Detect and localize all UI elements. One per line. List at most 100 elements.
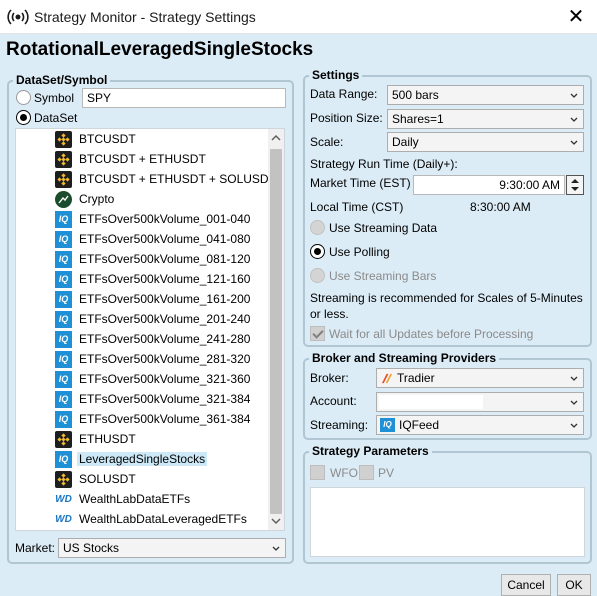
binance-icon — [55, 151, 72, 168]
close-icon: ✕ — [567, 6, 585, 28]
list-item[interactable]: BTCUSDT — [16, 129, 268, 149]
list-item-label: ETFsOver500kVolume_161-200 — [79, 292, 251, 306]
streaming-value: IQFeed — [399, 418, 440, 432]
list-item[interactable]: IQ ETFsOver500kVolume_121-160 — [16, 269, 268, 289]
market-time-input[interactable]: 9:30:00 AM — [413, 175, 565, 195]
dataset-list[interactable]: BTCUSDT BTCUSDT + ETHUSDT BTCUSDT + ETHUSD… — [15, 128, 285, 531]
chevron-down-icon — [570, 117, 578, 122]
parameters-area[interactable] — [310, 487, 585, 557]
list-item[interactable]: IQ ETFsOver500kVolume_321-384 — [16, 389, 268, 409]
use-polling-radio[interactable] — [310, 244, 325, 259]
crypto-icon — [55, 191, 72, 208]
iqfeed-icon: IQ — [55, 331, 72, 348]
market-time-spinner[interactable] — [566, 175, 584, 195]
pv-checkbox[interactable] — [359, 465, 374, 480]
dataset-radio[interactable] — [16, 110, 31, 125]
ok-button[interactable]: OK — [557, 574, 591, 596]
broker-value: Tradier — [397, 371, 435, 385]
account-select[interactable] — [376, 392, 584, 412]
title-bar: Strategy Monitor - Strategy Settings ✕ — [0, 0, 597, 34]
use-streaming-data-radio[interactable] — [310, 220, 325, 235]
list-item[interactable]: SOLUSDT — [16, 469, 268, 489]
group-title: DataSet/Symbol — [13, 73, 111, 87]
list-item[interactable]: IQ ETFsOver500kVolume_041-080 — [16, 229, 268, 249]
binance-icon — [55, 131, 72, 148]
scale-label: Scale: — [310, 135, 344, 149]
position-size-select[interactable]: Shares=1 — [387, 109, 584, 129]
scroll-up-icon[interactable] — [268, 130, 284, 146]
broker-select[interactable]: Tradier — [376, 368, 584, 388]
iqfeed-icon: IQ — [55, 231, 72, 248]
spin-up-icon[interactable] — [567, 176, 583, 185]
list-item[interactable]: IQ ETFsOver500kVolume_001-040 — [16, 209, 268, 229]
list-item-label: WealthLabDataETFs — [79, 492, 191, 506]
list-item[interactable]: IQ ETFsOver500kVolume_361-384 — [16, 409, 268, 429]
scroll-down-icon[interactable] — [268, 513, 284, 529]
data-range-select[interactable]: 500 bars — [387, 85, 584, 105]
dataset-label: DataSet — [34, 111, 78, 125]
cancel-button[interactable]: Cancel — [501, 574, 551, 596]
window-title: Strategy Monitor - Strategy Settings — [34, 9, 256, 25]
streaming-label: Streaming: — [310, 418, 369, 432]
pv-label: PV — [378, 466, 395, 480]
use-streaming-data-label: Use Streaming Data — [329, 221, 438, 235]
symbol-input[interactable]: SPY — [82, 88, 286, 108]
spin-down-icon[interactable] — [567, 185, 583, 194]
chevron-down-icon — [570, 140, 578, 145]
list-item[interactable]: IQ ETFsOver500kVolume_281-320 — [16, 349, 268, 369]
run-time-label: Strategy Run Time (Daily+): — [310, 157, 458, 171]
symbol-label: Symbol — [34, 91, 75, 105]
iqfeed-icon: IQ — [55, 271, 72, 288]
tradier-icon — [381, 373, 393, 384]
list-item-label: ETFsOver500kVolume_201-240 — [79, 312, 251, 326]
iqfeed-icon: IQ — [55, 351, 72, 368]
wfo-label: WFO — [330, 466, 358, 480]
market-value: US Stocks — [63, 541, 120, 555]
streaming-select[interactable]: IQ IQFeed — [376, 415, 584, 435]
list-item-label: ETHUSDT — [79, 432, 136, 446]
wealthdata-icon: WD — [55, 514, 72, 525]
list-item-label: WealthLabDataLeveragedETFs — [79, 512, 247, 526]
wait-updates-label: Wait for all Updates before Processing — [329, 327, 534, 341]
market-time-value: 9:30:00 AM — [499, 178, 560, 192]
wait-updates-checkbox[interactable] — [310, 326, 325, 341]
group-title: Broker and Streaming Providers — [309, 351, 500, 365]
list-item[interactable]: IQ ETFsOver500kVolume_161-200 — [16, 289, 268, 309]
list-item-label: BTCUSDT + ETHUSDT + SOLUSDT — [79, 172, 276, 186]
list-item-label: ETFsOver500kVolume_321-360 — [79, 372, 251, 386]
wealthdata-icon: WD — [55, 494, 72, 505]
account-label: Account: — [310, 394, 357, 408]
iqfeed-icon: IQ — [55, 451, 72, 468]
list-item-label: ETFsOver500kVolume_001-040 — [79, 212, 251, 226]
list-item[interactable]: WD WealthLabDataETFs — [16, 489, 268, 509]
iqfeed-icon: IQ — [55, 391, 72, 408]
list-item-label: BTCUSDT — [79, 132, 136, 146]
market-select[interactable]: US Stocks — [58, 538, 286, 558]
scroll-thumb[interactable] — [270, 149, 282, 514]
use-polling-label: Use Polling — [329, 245, 390, 259]
list-item[interactable]: BTCUSDT + ETHUSDT + SOLUSDT — [16, 169, 276, 189]
list-item[interactable]: IQ ETFsOver500kVolume_241-280 — [16, 329, 268, 349]
scale-select[interactable]: Daily — [387, 132, 584, 152]
data-range-value: 500 bars — [392, 88, 439, 102]
list-scrollbar[interactable] — [268, 129, 284, 530]
list-item[interactable]: IQ ETFsOver500kVolume_321-360 — [16, 369, 268, 389]
strategy-name-heading: RotationalLeveragedSingleStocks — [6, 39, 314, 60]
binance-icon — [55, 431, 72, 448]
list-item[interactable]: Crypto — [16, 189, 268, 209]
list-item-label: SOLUSDT — [79, 472, 136, 486]
list-item[interactable]: IQ LeveragedSingleStocks — [16, 449, 268, 469]
use-streaming-bars-radio[interactable] — [310, 268, 325, 283]
list-item[interactable]: BTCUSDT + ETHUSDT — [16, 149, 268, 169]
list-item[interactable]: IQ ETFsOver500kVolume_201-240 — [16, 309, 268, 329]
group-title: Settings — [309, 68, 363, 82]
close-button[interactable]: ✕ — [563, 4, 589, 30]
list-item[interactable]: IQ ETFsOver500kVolume_081-120 — [16, 249, 268, 269]
wfo-checkbox[interactable] — [310, 465, 325, 480]
broker-label: Broker: — [310, 371, 349, 385]
list-item[interactable]: ETHUSDT — [16, 429, 268, 449]
list-item-label: ETFsOver500kVolume_081-120 — [79, 252, 251, 266]
symbol-radio[interactable] — [16, 90, 31, 105]
list-item[interactable]: WD WealthLabDataLeveragedETFs — [16, 509, 268, 529]
local-time-value: 8:30:00 AM — [470, 200, 531, 214]
